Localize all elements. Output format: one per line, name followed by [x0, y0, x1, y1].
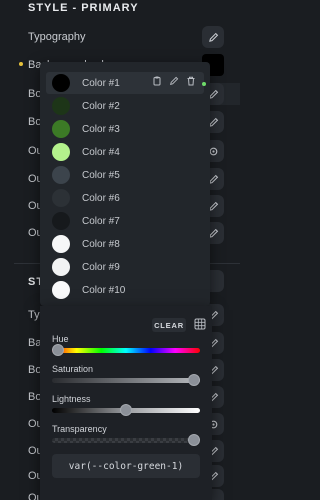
color-swatch-dot: [52, 143, 70, 161]
selected-indicator: [202, 82, 206, 86]
slider-thumb[interactable]: [188, 374, 200, 386]
color-name: Color #5: [82, 169, 120, 181]
color-name: Color #9: [82, 261, 120, 273]
typography-edit-button[interactable]: [202, 26, 224, 48]
color-swatch-dot: [52, 166, 70, 184]
color-list-item[interactable]: Color #3: [46, 118, 204, 140]
color-swatch-dot: [52, 281, 70, 299]
css-variable-field[interactable]: var(--color-green-1): [52, 454, 200, 478]
color-name: Color #7: [82, 215, 120, 227]
color-name: Color #3: [82, 123, 120, 135]
pencil-icon: [208, 32, 219, 43]
color-swatch-dot: [52, 97, 70, 115]
color-list-item[interactable]: Color #9: [46, 256, 204, 278]
slider-thumb[interactable]: [52, 344, 64, 356]
color-list-item[interactable]: Color #5: [46, 164, 204, 186]
color-swatch-dot: [52, 189, 70, 207]
color-name: Color #2: [82, 100, 120, 112]
color-name: Color #10: [82, 284, 126, 296]
color-swatch-dot: [52, 235, 70, 253]
color-list-item[interactable]: Color #1: [46, 72, 204, 94]
copy-icon[interactable]: [152, 76, 162, 86]
color-list-item[interactable]: Color #4: [46, 141, 204, 163]
color-swatch-dot: [52, 120, 70, 138]
pencil-icon[interactable]: [169, 76, 179, 86]
color-list-item[interactable]: Color #8: [46, 233, 204, 255]
color-name: Color #1: [82, 77, 120, 89]
lightness-label: Lightness: [52, 394, 91, 404]
color-list-item[interactable]: Color #7: [46, 210, 204, 232]
color-swatch-dot: [52, 212, 70, 230]
transparency-label: Transparency: [52, 424, 107, 434]
trash-icon[interactable]: [186, 76, 196, 86]
hue-slider[interactable]: [52, 344, 200, 356]
slider-thumb[interactable]: [120, 404, 132, 416]
modified-indicator: [19, 62, 23, 66]
color-name: Color #8: [82, 238, 120, 250]
slider-thumb[interactable]: [188, 434, 200, 446]
section-title-primary: STYLE - PRIMARY: [28, 2, 139, 14]
saturation-slider[interactable]: [52, 374, 200, 386]
color-name: Color #4: [82, 146, 120, 158]
color-list-item[interactable]: Color #10: [46, 279, 204, 301]
color-name: Color #6: [82, 192, 120, 204]
row-label-typography: Typography: [28, 31, 86, 43]
saturation-label: Saturation: [52, 364, 94, 374]
hue-label: Hue: [52, 334, 69, 344]
color-list-item[interactable]: Color #2: [46, 95, 204, 117]
transparency-slider[interactable]: [52, 434, 200, 446]
lightness-slider[interactable]: [52, 404, 200, 416]
color-list-item[interactable]: Color #6: [46, 187, 204, 209]
color-picker-panel: CLEAR Hue Saturation Lightness Transpare…: [40, 306, 212, 500]
clear-button[interactable]: CLEAR: [152, 318, 186, 332]
color-swatch-dot: [52, 258, 70, 276]
grid-icon[interactable]: [194, 318, 206, 330]
color-swatch-dot: [52, 74, 70, 92]
color-dropdown: Color #1 Color #2 Color #3 Color #4 Colo…: [40, 62, 210, 306]
